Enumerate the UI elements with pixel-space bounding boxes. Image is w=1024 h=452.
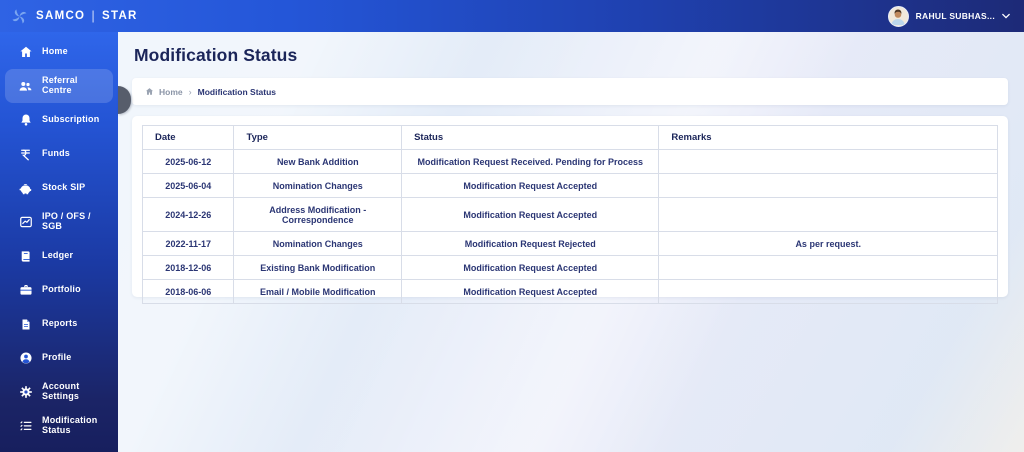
cell-remarks [658, 255, 998, 280]
table-row: 2025-06-04 Nomination Changes Modificati… [141, 173, 998, 198]
brand-name: SAMCO [36, 10, 86, 22]
brand-separator: | [91, 7, 96, 23]
referral-centre-icon [18, 79, 33, 94]
ledger-book-icon [18, 249, 33, 264]
checklist-icon [18, 419, 33, 434]
column-header-date: Date [141, 125, 235, 150]
breadcrumb: Home › Modification Status [132, 78, 1008, 105]
cell-type: Address Modification - Correspondence [233, 197, 403, 232]
sidebar-item-reports[interactable]: Reports [5, 307, 113, 341]
bell-icon [18, 113, 33, 128]
sidebar-item-funds[interactable]: Funds [5, 137, 113, 171]
document-icon [18, 317, 33, 332]
modification-status-table: Date Type Status Remarks 2025-06-12 New … [141, 125, 998, 304]
cell-type: Nomination Changes [233, 173, 403, 198]
cell-remarks: As per request. [658, 231, 998, 256]
cell-type: New Bank Addition [233, 149, 403, 174]
cell-remarks [658, 197, 998, 232]
cell-remarks [658, 149, 998, 174]
cell-remarks [658, 173, 998, 198]
modification-status-table-panel: Date Type Status Remarks 2025-06-12 New … [132, 116, 1008, 304]
user-circle-icon [18, 351, 33, 366]
cell-status: Modification Request Received. Pending f… [401, 149, 660, 174]
brand-product: STAR [102, 10, 138, 22]
user-name: RAHUL SUBHAS... [915, 11, 995, 21]
breadcrumb-separator: › [188, 86, 192, 97]
cell-date: 2018-12-06 [141, 255, 235, 280]
column-header-type: Type [233, 125, 403, 150]
cell-date: 2025-06-12 [141, 149, 235, 174]
sidebar-item-ipo-ofs-sgb[interactable]: IPO / OFS / SGB [5, 205, 113, 239]
home-icon [18, 45, 33, 60]
cell-status: Modification Request Accepted [401, 255, 660, 280]
column-header-status: Status [401, 125, 660, 150]
gear-icon [18, 385, 33, 400]
sidebar-item-referral-centre[interactable]: Referral Centre [5, 69, 113, 103]
sidebar-item-stock-sip[interactable]: Stock SIP [5, 171, 113, 205]
cell-status: Modification Request Accepted [401, 173, 660, 198]
user-menu[interactable]: RAHUL SUBHAS... [887, 5, 1010, 27]
sidebar-item-modification-status[interactable]: Modification Status [5, 409, 113, 443]
chevron-down-icon [1002, 13, 1010, 19]
page-title: Modification Status [134, 45, 298, 65]
cell-type: Existing Bank Modification [233, 255, 403, 280]
chart-icon [18, 215, 33, 230]
cell-remarks [658, 279, 998, 304]
cell-date: 2018-06-06 [141, 279, 235, 304]
cell-date: 2025-06-04 [141, 173, 235, 198]
cell-status: Modification Request Accepted [401, 197, 660, 232]
sidebar-nav: Home Referral Centre Subscription Funds [0, 32, 118, 452]
cell-status: Modification Request Accepted [401, 279, 660, 304]
table-row: 2022-11-17 Nomination Changes Modificati… [141, 231, 998, 256]
top-header-bar: SAMCO | STAR RAHUL SUBHAS... [0, 0, 1024, 32]
breadcrumb-current: Modification Status [197, 86, 277, 97]
sidebar-item-account-settings[interactable]: Account Settings [5, 375, 113, 409]
main-content: Modification Status Home › Modification … [118, 32, 1024, 452]
samco-pinwheel-icon [10, 7, 29, 26]
brand-logo[interactable]: SAMCO | STAR [10, 7, 138, 26]
rupee-icon [18, 147, 33, 162]
table-row: 2024-12-26 Address Modification - Corres… [141, 197, 998, 232]
sidebar-item-portfolio[interactable]: Portfolio [5, 273, 113, 307]
column-header-remarks: Remarks [658, 125, 998, 150]
sidebar-item-subscription[interactable]: Subscription [5, 103, 113, 137]
sidebar-item-ledger[interactable]: Ledger [5, 239, 113, 273]
avatar [887, 5, 909, 27]
cell-date: 2022-11-17 [141, 231, 235, 256]
table-header-row: Date Type Status Remarks [141, 125, 998, 150]
cell-type: Email / Mobile Modification [233, 279, 403, 304]
cell-date: 2024-12-26 [141, 197, 235, 232]
breadcrumb-home-link[interactable]: Home [145, 87, 183, 97]
table-row: 2018-12-06 Existing Bank Modification Mo… [141, 255, 998, 280]
piggy-bank-icon [18, 181, 33, 196]
table-row: 2018-06-06 Email / Mobile Modification M… [141, 279, 998, 304]
house-icon [145, 87, 154, 96]
sidebar-item-home[interactable]: Home [5, 35, 113, 69]
briefcase-icon [18, 283, 33, 298]
cell-type: Nomination Changes [233, 231, 403, 256]
cell-status: Modification Request Rejected [401, 231, 660, 256]
table-row: 2025-06-12 New Bank Addition Modificatio… [141, 149, 998, 174]
sidebar-item-profile[interactable]: Profile [5, 341, 113, 375]
